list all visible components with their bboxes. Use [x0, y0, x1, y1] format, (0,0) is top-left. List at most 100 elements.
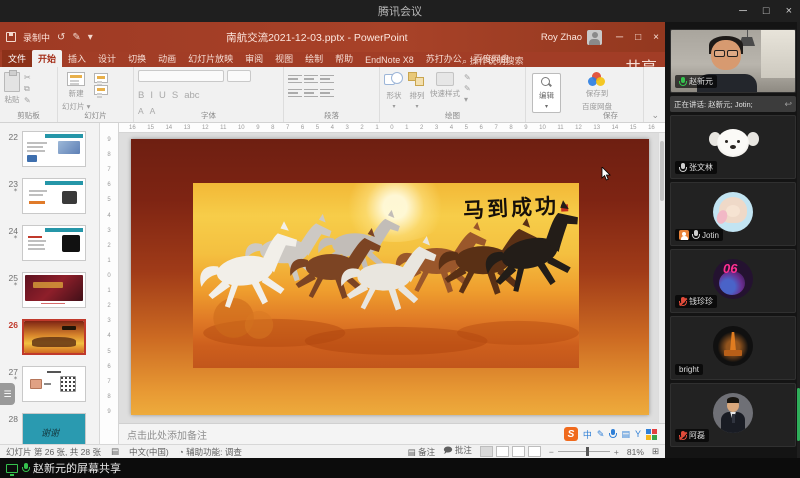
align-left-icon[interactable] [288, 87, 302, 99]
indent-icon[interactable] [320, 73, 334, 85]
new-slide-button[interactable]: 新建 幻灯片 ▾ [62, 70, 90, 112]
ppt-restore-button[interactable]: □ [635, 32, 641, 43]
zoom-out-icon[interactable]: − [549, 447, 554, 457]
accessibility-status[interactable]: ◔ 辅助功能: 调查 [179, 446, 242, 458]
share-button[interactable]: 共享 [625, 54, 657, 65]
canvas-scrollbar[interactable] [658, 133, 665, 423]
save-icon[interactable] [6, 32, 16, 42]
zoom-slider-track[interactable] [558, 451, 610, 453]
ribbon-tab[interactable]: 动画 [152, 50, 182, 67]
font-style-button[interactable]: abc [184, 90, 199, 101]
normal-view-button[interactable] [480, 446, 493, 457]
slide-sorter-view-button[interactable] [496, 446, 509, 457]
slide-24-thumbnail[interactable] [22, 225, 86, 261]
align-center-icon[interactable] [304, 87, 318, 99]
close-button[interactable]: × [786, 5, 792, 17]
thumbnail-row-22[interactable]: 22 [4, 131, 99, 167]
participant-tile[interactable]: 阿磊 [670, 383, 796, 447]
ribbon-tab[interactable]: 幻灯片放映 [182, 50, 239, 67]
ribbon-tab[interactable]: 帮助 [329, 50, 359, 67]
thumbnail-row-25[interactable]: 25✶ [4, 272, 99, 308]
account-name[interactable]: Roy Zhao [541, 32, 582, 43]
ribbon-tab[interactable]: 视图 [269, 50, 299, 67]
participant-tile[interactable]: Jotin [670, 182, 796, 246]
slide-25-thumbnail[interactable] [22, 272, 86, 308]
zoom-in-icon[interactable]: + [614, 447, 619, 457]
editing-button[interactable]: 编辑 ▾ [532, 73, 561, 113]
ime-skin-icon[interactable]: Y [635, 429, 641, 439]
shape-fill-icon[interactable]: ✎ [464, 73, 471, 82]
columns-icon[interactable] [320, 87, 334, 99]
collapse-ribbon-icon[interactable]: ⌄ [651, 110, 659, 121]
notes-toggle-button[interactable]: ▤ 备注 [408, 446, 435, 458]
slide-23-thumbnail[interactable] [22, 178, 86, 214]
participant-tile-video[interactable]: 赵新元 [670, 29, 796, 93]
cut-icon[interactable]: ✂ [24, 73, 31, 82]
slide-26-thumbnail[interactable] [22, 319, 86, 355]
reset-icon[interactable] [94, 85, 108, 95]
language-status[interactable]: 中文(中国) [129, 446, 169, 458]
thumbnail-row-28[interactable]: 28 谢谢 [4, 413, 99, 444]
slide-28-thumbnail[interactable]: 谢谢 [22, 413, 86, 444]
slideshow-view-button[interactable] [528, 446, 541, 457]
shapes-button[interactable]: 形状 ▾ [384, 70, 404, 110]
font-style-button[interactable]: B [138, 90, 144, 101]
sogou-logo-icon[interactable]: S [564, 427, 578, 441]
ribbon-tab[interactable]: 绘制 [299, 50, 329, 67]
zoom-slider-thumb[interactable] [586, 447, 589, 456]
layout-icon[interactable] [94, 73, 108, 83]
font-style-button[interactable]: U [159, 90, 166, 101]
tell-me-search[interactable]: ⌕ 操作说明搜索 [462, 54, 524, 67]
arrange-button[interactable]: 排列 ▾ [408, 70, 426, 110]
slide-26[interactable]: 马到成功 [131, 139, 649, 415]
fit-slide-icon[interactable]: ⊞ [652, 446, 659, 457]
undo-icon[interactable]: ↺ [57, 32, 65, 43]
maximize-button[interactable]: □ [763, 5, 770, 17]
format-painter-icon[interactable]: ✎ [24, 96, 31, 105]
thumbnail-row-23[interactable]: 23✶ [4, 178, 99, 214]
ime-toolbox-icon[interactable] [646, 429, 657, 440]
ribbon-tab[interactable]: 审阅 [239, 50, 269, 67]
ime-pen-icon[interactable]: ✎ [597, 429, 605, 440]
spellcheck-icon[interactable]: ▤ [111, 446, 119, 457]
zoom-level[interactable]: 81% [627, 447, 644, 457]
ribbon-tab[interactable]: EndNote X8 [359, 53, 420, 67]
customize-caret-icon[interactable]: ▾ [88, 32, 93, 43]
slide-thumbnail-panel[interactable]: 22 23✶ [0, 123, 100, 444]
ribbon-tab[interactable]: 文件 [2, 50, 32, 67]
ribbon-tab[interactable]: 苏打办公 [420, 50, 468, 67]
font-name-input[interactable] [138, 70, 224, 82]
slide-22-thumbnail[interactable] [22, 131, 86, 167]
font-style-button[interactable]: I [150, 90, 153, 101]
notes-bar[interactable]: 点击此处添加备注 S 中 ✎ ▤ Y [119, 423, 665, 444]
copy-icon[interactable]: ⧉ [24, 84, 31, 94]
ribbon-tab[interactable]: 开始 [32, 50, 62, 67]
thumbnail-row-27[interactable]: 27✶ [4, 366, 99, 402]
numbering-icon[interactable] [304, 73, 318, 85]
ppt-minimize-button[interactable]: ─ [616, 32, 623, 43]
reading-view-button[interactable] [512, 446, 525, 457]
ime-mic-icon[interactable] [609, 429, 616, 439]
sogou-ime-toolbar[interactable]: S 中 ✎ ▤ Y [564, 427, 657, 441]
font-style-button[interactable]: S [172, 90, 178, 101]
participant-tile[interactable]: bright [670, 316, 796, 380]
zoom-slider[interactable]: − + [549, 447, 619, 457]
paste-button[interactable]: 粘贴 [4, 70, 20, 105]
slide-canvas[interactable]: 马到成功 [119, 133, 665, 423]
notes-placeholder[interactable]: 点击此处添加备注 [127, 427, 207, 442]
minimize-button[interactable]: ─ [739, 5, 747, 17]
participant-tile[interactable]: 06 钱珍珍 [670, 249, 796, 313]
shape-effects-icon[interactable]: ▾ [464, 95, 471, 104]
comments-toggle-button[interactable]: 🗩 批注 [443, 444, 472, 459]
bullets-icon[interactable] [288, 73, 302, 85]
thumbnail-row-24[interactable]: 24✶ [4, 225, 99, 261]
ime-keyboard-icon[interactable]: ▤ [621, 429, 630, 440]
side-panel-handle[interactable]: ☰ [0, 383, 15, 405]
font-size-input[interactable] [227, 70, 251, 82]
participant-tile[interactable]: 张文林 [670, 115, 796, 179]
ppt-close-button[interactable]: × [653, 32, 659, 43]
ribbon-tab[interactable]: 切换 [122, 50, 152, 67]
quick-styles-button[interactable]: 快速样式 [430, 70, 460, 99]
account-avatar[interactable] [587, 30, 602, 45]
reply-arrow-icon[interactable]: ↩ [784, 99, 792, 110]
